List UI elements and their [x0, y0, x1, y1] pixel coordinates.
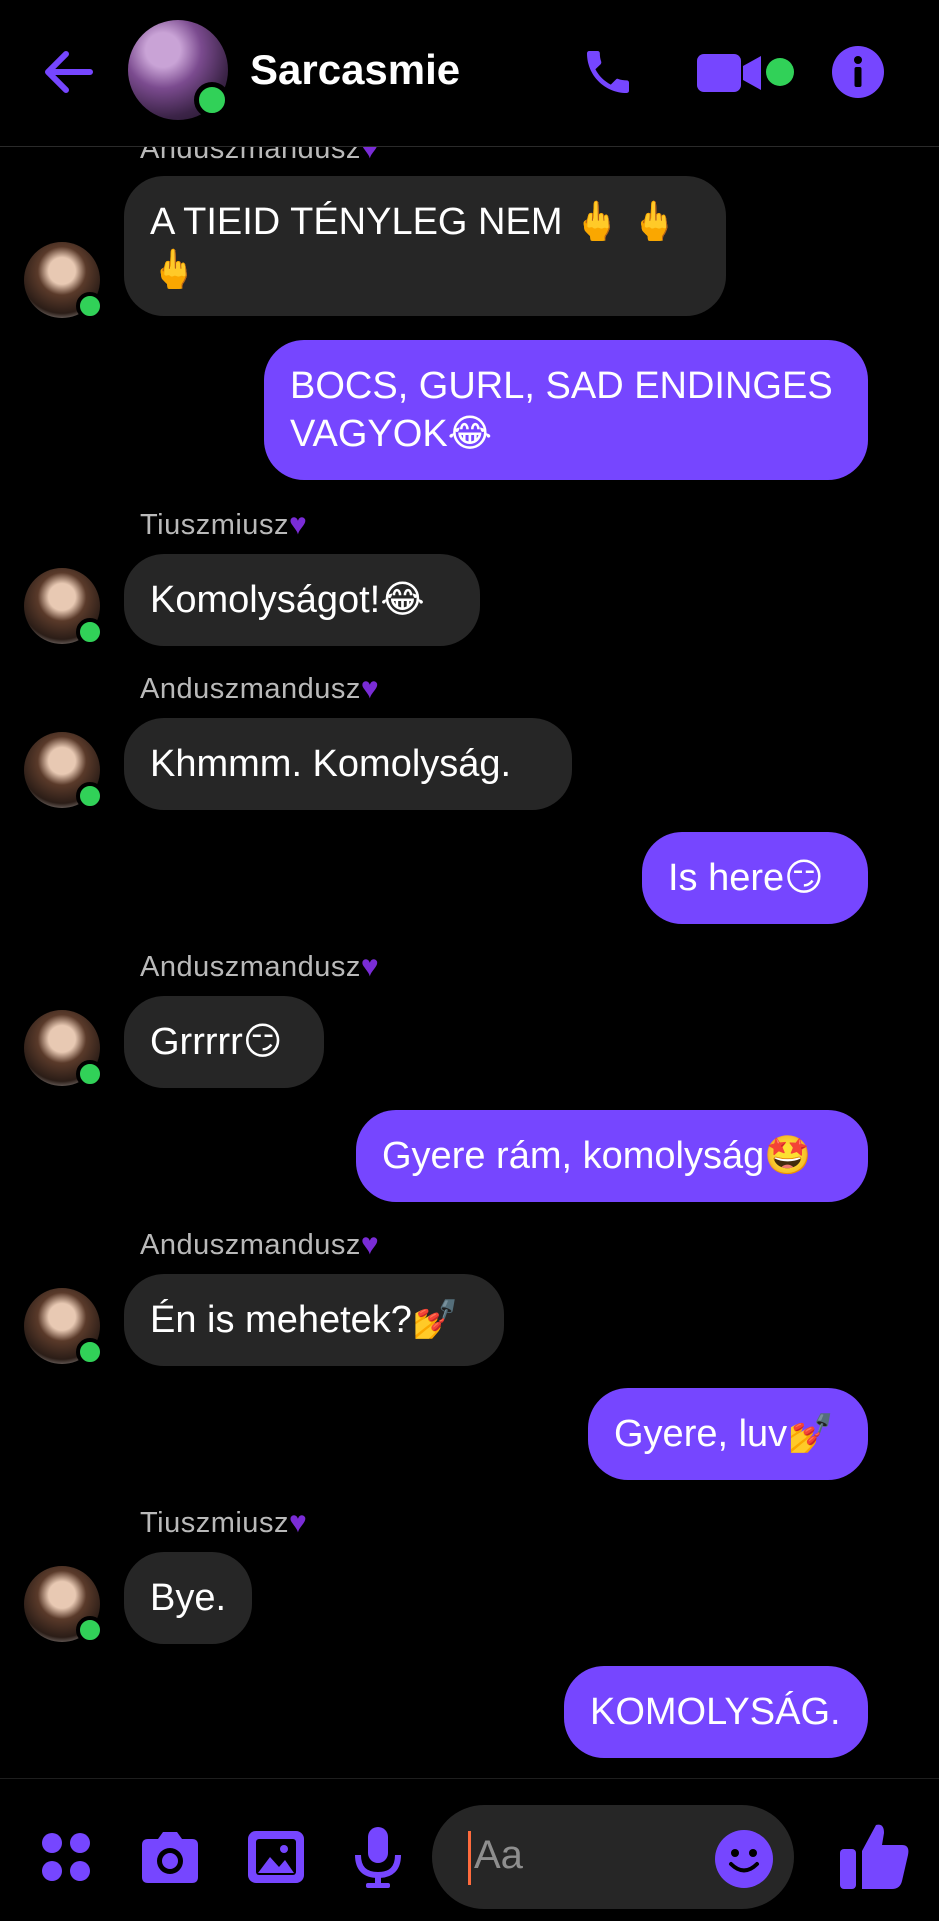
outgoing-message[interactable]: Gyere, luv💅	[588, 1388, 868, 1480]
video-camera-icon[interactable]	[695, 50, 765, 96]
message-input[interactable]: Aa	[432, 1805, 794, 1909]
sender-avatar[interactable]	[24, 242, 104, 320]
online-indicator	[76, 1060, 104, 1088]
camera-icon[interactable]	[138, 1829, 202, 1885]
message-list[interactable]: Anduszmandusz♥ A TIEID TÉNYLEG NEM 🖕 🖕 🖕…	[0, 146, 939, 1778]
online-indicator	[194, 82, 230, 118]
phone-icon[interactable]	[580, 44, 636, 100]
contact-name[interactable]: Sarcasmie	[250, 46, 460, 94]
incoming-message[interactable]: Khmmm. Komolyság.	[124, 718, 572, 810]
message-input-placeholder: Aa	[474, 1833, 523, 1877]
sender-name: Anduszmandusz♥	[140, 146, 380, 165]
thumbs-up-icon[interactable]	[838, 1819, 912, 1893]
info-icon[interactable]	[832, 46, 884, 98]
microphone-icon[interactable]	[352, 1825, 404, 1889]
sender-avatar[interactable]	[24, 1010, 104, 1088]
gallery-icon[interactable]	[246, 1829, 306, 1885]
online-indicator	[76, 292, 104, 320]
sender-name: Anduszmandusz♥	[140, 672, 380, 705]
online-indicator	[76, 1338, 104, 1366]
online-indicator	[76, 782, 104, 810]
sender-avatar[interactable]	[24, 1288, 104, 1366]
outgoing-message[interactable]: Is here😏	[642, 832, 868, 924]
text-caret	[468, 1831, 471, 1885]
active-call-indicator	[766, 58, 794, 86]
sender-avatar[interactable]	[24, 1566, 104, 1644]
incoming-message[interactable]: A TIEID TÉNYLEG NEM 🖕 🖕 🖕	[124, 176, 726, 316]
sender-name: Tiuszmiusz♥	[140, 1506, 308, 1539]
message-composer: Aa	[0, 1778, 939, 1921]
incoming-message[interactable]: Bye.	[124, 1552, 252, 1644]
apps-icon[interactable]	[40, 1831, 92, 1883]
sender-name: Anduszmandusz♥	[140, 950, 380, 983]
outgoing-message[interactable]: KOMOLYSÁG.	[564, 1666, 868, 1758]
sender-name: Tiuszmiusz♥	[140, 508, 308, 541]
online-indicator	[76, 618, 104, 646]
incoming-message[interactable]: Én is mehetek?💅	[124, 1274, 504, 1366]
contact-avatar[interactable]	[128, 20, 230, 120]
incoming-message[interactable]: Grrrrr😏	[124, 996, 324, 1088]
outgoing-message[interactable]: Gyere rám, komolyság🤩	[356, 1110, 868, 1202]
sender-avatar[interactable]	[24, 568, 104, 646]
incoming-message[interactable]: Komolyságot!😂	[124, 554, 480, 646]
emoji-icon[interactable]	[714, 1829, 774, 1889]
sender-name: Anduszmandusz♥	[140, 1228, 380, 1261]
outgoing-message[interactable]: BOCS, GURL, SAD ENDINGES VAGYOK😂	[264, 340, 868, 480]
sender-avatar[interactable]	[24, 732, 104, 810]
chat-header: Sarcasmie	[0, 0, 939, 147]
online-indicator	[76, 1616, 104, 1644]
back-arrow-icon[interactable]	[38, 42, 98, 102]
